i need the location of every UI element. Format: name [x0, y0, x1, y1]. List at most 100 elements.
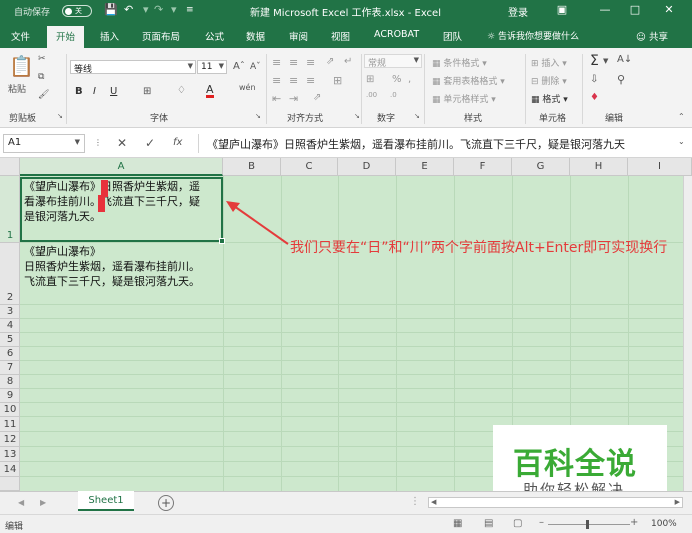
tab-formulas[interactable]: 公式	[205, 29, 224, 43]
align-left-icon[interactable]: ≡	[272, 74, 281, 87]
increase-decimal-icon[interactable]: .00	[366, 91, 377, 99]
tell-me-search[interactable]: ☼ 告诉我你想要做什么	[487, 29, 579, 42]
autosum-icon[interactable]: Σ	[590, 53, 599, 69]
delete-cells-button[interactable]: ⊟ 删除 ▾	[531, 74, 567, 87]
ribbon-display-icon[interactable]: ▣	[554, 3, 570, 16]
column-header-b[interactable]: B	[223, 158, 281, 176]
tab-review[interactable]: 审阅	[289, 29, 308, 43]
font-name-select[interactable]: 等线 ▼	[70, 60, 196, 75]
cell-styles-button[interactable]: ▦ 单元格样式 ▾	[432, 92, 496, 105]
cell-a2[interactable]: 《望庐山瀑布》 日照香炉生紫烟，遥看瀑布挂前川。 飞流直下三千尺，疑是银河落九天…	[24, 244, 229, 289]
row-header-1[interactable]: 1	[0, 176, 20, 243]
align-middle-icon[interactable]: ≡	[289, 56, 298, 69]
fill-color-icon[interactable]: ♢	[177, 85, 186, 96]
cancel-icon[interactable]: ✕	[117, 136, 127, 150]
tab-split-icon[interactable]: ⋮	[410, 496, 420, 507]
font-launcher-icon[interactable]: ↘	[255, 112, 261, 120]
conditional-format-button[interactable]: ▦ 条件格式 ▾	[432, 56, 487, 69]
save-icon[interactable]: 💾	[104, 3, 118, 16]
maximize-icon[interactable]: □	[627, 3, 643, 16]
row-header-13[interactable]: 13	[0, 447, 20, 462]
tab-file[interactable]: 文件	[11, 29, 30, 43]
row-header-3[interactable]: 3	[0, 305, 20, 319]
zoom-slider[interactable]	[548, 524, 630, 525]
column-header-e[interactable]: E	[396, 158, 454, 176]
cut-icon[interactable]: ✂	[38, 54, 46, 64]
align-top-icon[interactable]: ≡	[272, 56, 281, 69]
align-bottom-icon[interactable]: ≡	[306, 56, 315, 69]
format-painter-icon[interactable]: 🖌	[38, 90, 49, 100]
row-header-2[interactable]: 2	[0, 243, 20, 305]
row-header-6[interactable]: 6	[0, 347, 20, 361]
login-link[interactable]: 登录	[508, 4, 528, 19]
collapse-ribbon-icon[interactable]: ⌃	[678, 112, 685, 121]
zoom-out-icon[interactable]: –	[539, 517, 544, 528]
column-header-g[interactable]: G	[512, 158, 570, 176]
align-center-icon[interactable]: ≡	[289, 74, 298, 87]
row-header-14[interactable]: 14	[0, 462, 20, 477]
tab-page-layout[interactable]: 页面布局	[142, 29, 180, 43]
sheet-next-icon[interactable]: ▶	[40, 498, 46, 507]
decrease-decimal-icon[interactable]: .0	[390, 91, 397, 99]
page-break-view-icon[interactable]: ▢	[513, 518, 522, 529]
tab-view[interactable]: 视图	[331, 29, 350, 43]
increase-font-icon[interactable]: Aˆ	[233, 61, 245, 72]
tab-team[interactable]: 团队	[443, 29, 462, 43]
row-header-5[interactable]: 5	[0, 333, 20, 347]
number-launcher-icon[interactable]: ↘	[414, 112, 420, 120]
increase-indent-icon[interactable]: ⇥	[289, 92, 298, 105]
more-options-icon[interactable]: ⋮	[94, 138, 102, 147]
text-direction-icon[interactable]: ⇗	[313, 92, 321, 103]
vertical-scrollbar[interactable]	[683, 176, 692, 491]
zoom-slider-knob[interactable]	[586, 520, 589, 529]
percent-icon[interactable]: %	[392, 74, 402, 85]
table-format-button[interactable]: ▦ 套用表格格式 ▾	[432, 74, 505, 87]
share-button[interactable]: ☺ 共享	[636, 29, 668, 43]
tab-insert[interactable]: 插入	[100, 29, 119, 43]
fill-icon[interactable]: ⇩	[590, 74, 598, 85]
row-header-11[interactable]: 11	[0, 417, 20, 432]
name-box[interactable]: A1 ▼	[3, 134, 85, 153]
alignment-launcher-icon[interactable]: ↘	[354, 112, 360, 120]
row-header-9[interactable]: 9	[0, 389, 20, 403]
borders-icon[interactable]: ⊞	[143, 86, 151, 97]
undo-dropdown-icon[interactable]: ▾	[143, 3, 149, 16]
font-size-select[interactable]: 11 ▼	[197, 60, 227, 74]
column-header-d[interactable]: D	[338, 158, 396, 176]
zoom-level[interactable]: 100%	[651, 519, 677, 529]
autosave-toggle[interactable]: 关	[62, 5, 92, 17]
formula-input[interactable]: 《望庐山瀑布》日照香炉生紫烟，遥看瀑布挂前川。飞流直下三千尺，疑是银河落九天	[198, 134, 688, 153]
add-sheet-button[interactable]: +	[158, 495, 174, 511]
row-header-7[interactable]: 7	[0, 361, 20, 375]
sheet-prev-icon[interactable]: ◀	[18, 498, 24, 507]
column-header-a[interactable]: A	[20, 158, 223, 176]
italic-icon[interactable]: I	[93, 86, 96, 97]
column-header-f[interactable]: F	[454, 158, 512, 176]
undo-icon[interactable]: ↶	[124, 3, 133, 16]
minimize-icon[interactable]: —	[597, 3, 613, 16]
sheet-tab-sheet1[interactable]: Sheet1	[78, 491, 134, 511]
decrease-indent-icon[interactable]: ⇤	[272, 92, 281, 105]
chevron-down-icon[interactable]: ▼	[603, 57, 608, 65]
font-color-icon[interactable]: A	[206, 84, 214, 98]
paste-label[interactable]: 粘贴	[8, 82, 26, 95]
paste-icon[interactable]: 📋	[9, 54, 34, 78]
page-layout-view-icon[interactable]: ▤	[484, 518, 493, 529]
clear-icon[interactable]: ♦	[590, 92, 599, 103]
tab-acrobat[interactable]: ACROBAT	[374, 29, 419, 40]
find-select-icon[interactable]: ⚲	[617, 73, 625, 86]
currency-icon[interactable]: ⊞	[366, 74, 374, 85]
merge-center-icon[interactable]: ⊞	[333, 74, 342, 87]
select-all-corner[interactable]	[0, 158, 20, 176]
column-header-h[interactable]: H	[570, 158, 628, 176]
insert-cells-button[interactable]: ⊞ 插入 ▾	[531, 56, 567, 69]
redo-icon[interactable]: ↷	[154, 3, 163, 16]
column-header-c[interactable]: C	[281, 158, 338, 176]
horizontal-scrollbar[interactable]: ◀ ▶	[428, 497, 683, 508]
row-header-8[interactable]: 8	[0, 375, 20, 389]
copy-icon[interactable]: ⧉	[38, 72, 44, 82]
clipboard-launcher-icon[interactable]: ↘	[57, 112, 63, 120]
customize-toolbar-icon[interactable]: ≡	[186, 5, 194, 15]
row-header-12[interactable]: 12	[0, 432, 20, 447]
orientation-icon[interactable]: ⇗	[326, 56, 334, 67]
